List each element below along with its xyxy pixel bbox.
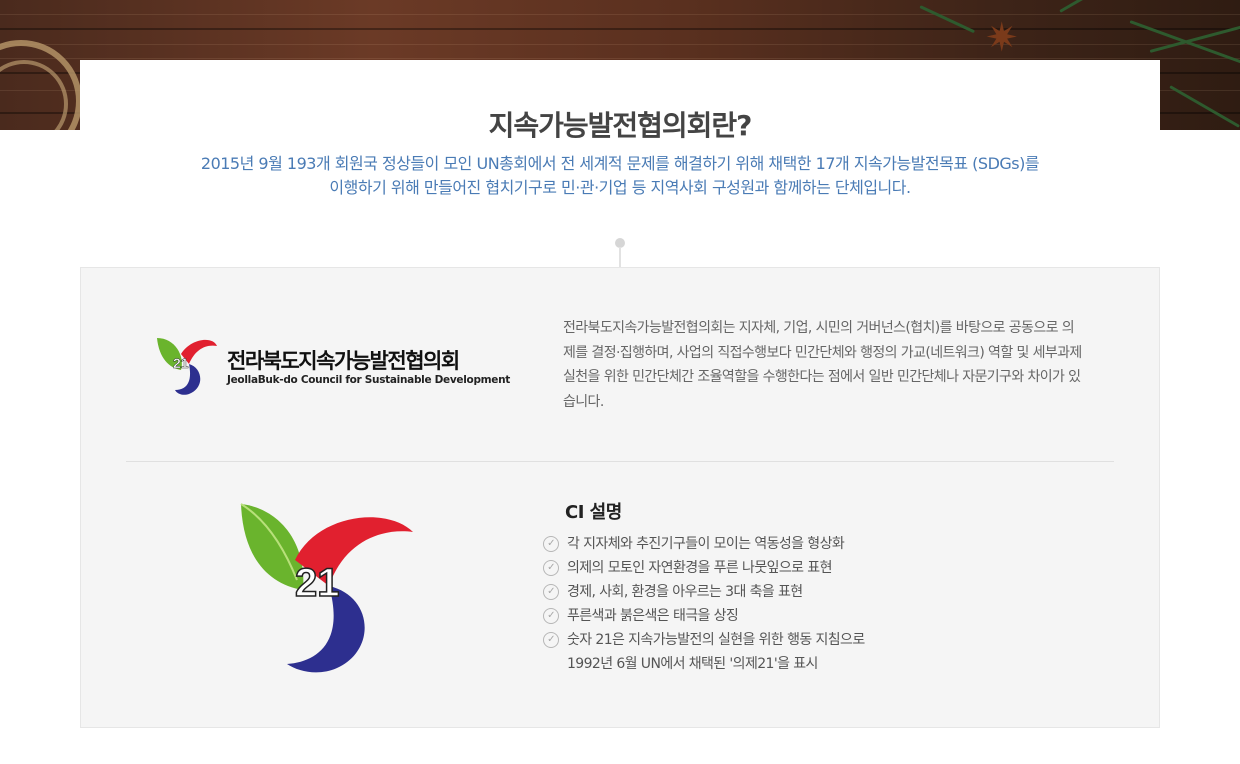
org-description: 전라북도지속가능발전협의회는 지자체, 기업, 시민의 거버넌스(협치)를 바탕… [563, 320, 1082, 410]
ci-title: CI 설명 [565, 502, 622, 523]
list-item: ✓ 각 지자체와 추진기구들이 모이는 역동성을 형상화 [543, 532, 865, 556]
star-anise-decoration: ✷ [985, 15, 1019, 61]
check-circle-icon: ✓ [543, 608, 559, 624]
org-name-korean: 전라북도지속가능발전협의회 [227, 349, 460, 373]
emblem-large-icon: 21 [240, 503, 413, 673]
connector-line [619, 247, 621, 268]
list-item-continuation: 1992년 6월 UN에서 채택된 '의제21'을 표시 [567, 656, 818, 672]
section-divider [126, 461, 1114, 462]
page-title: 지속가능발전협의회란? [488, 109, 753, 142]
emblem-icon: 21 [157, 338, 217, 395]
intro-card: 지속가능발전협의회란? 2015년 9월 193개 회원국 정상들이 모인 UN… [80, 60, 1160, 240]
intro-text: 2015년 9월 193개 회원국 정상들이 모인 UN총회에서 전 세계적 문… [200, 154, 1040, 197]
check-circle-icon: ✓ [543, 632, 559, 648]
emblem-large-number: 21 [295, 561, 340, 605]
list-item: ✓ 의제의 모토인 자연환경을 푸른 나뭇잎으로 표현 [543, 556, 865, 580]
check-circle-icon: ✓ [543, 560, 559, 576]
check-circle-icon: ✓ [543, 584, 559, 600]
emblem-number: 21 [173, 355, 189, 371]
check-circle-icon: ✓ [543, 536, 559, 552]
org-name-english: JeollaBuk-do Council for Sustainable Dev… [227, 374, 511, 386]
info-box: 21 전라북도지속가능발전협의회 JeollaBuk-do Council fo… [80, 267, 1160, 728]
ci-list: ✓ 각 지자체와 추진기구들이 모이는 역동성을 형상화 ✓ 의제의 모토인 자… [543, 532, 865, 676]
org-logo: 21 전라북도지속가능발전협의회 JeollaBuk-do Council fo… [155, 334, 510, 398]
ci-emblem: 21 [237, 500, 415, 676]
list-item: ✓ 푸른색과 붉은색은 태극을 상징 [543, 604, 865, 628]
list-item: ✓ 경제, 사회, 환경을 아우르는 3대 축을 표현 [543, 580, 865, 604]
list-item: ✓ 숫자 21은 지속가능발전의 실현을 위한 행동 지침으로 1992년 6월… [543, 628, 865, 676]
